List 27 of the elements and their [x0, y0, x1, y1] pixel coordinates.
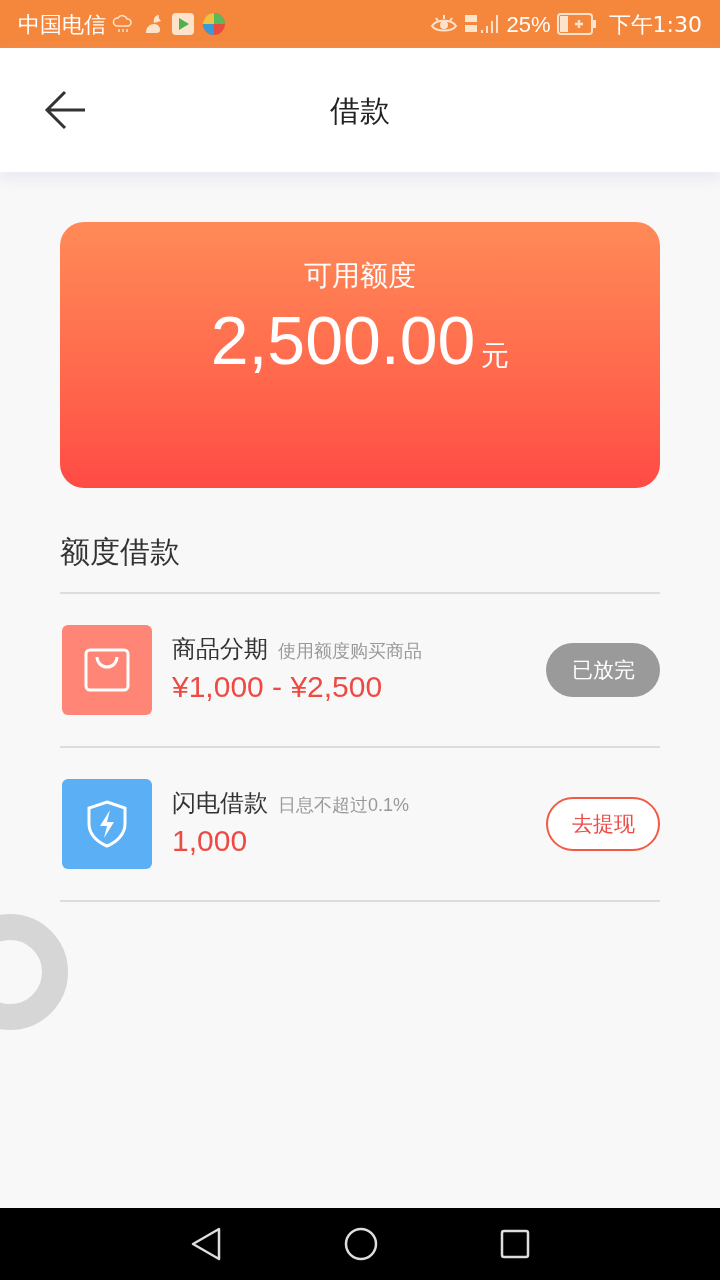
page-title: 借款: [330, 92, 390, 129]
carrier-name: 中国电信: [18, 10, 106, 39]
play-app-icon: [172, 13, 194, 35]
section-title: 额度借款: [60, 534, 181, 570]
clock-time: 下午1:30: [608, 10, 702, 39]
eye-icon: [430, 14, 457, 34]
amount-range: ¥1,000 - ¥2,500: [172, 669, 384, 705]
signal-icon: [462, 12, 501, 36]
app-logo-icon: [202, 12, 226, 36]
currency-unit: 元: [481, 339, 510, 373]
product-name: 商品分期: [172, 634, 268, 664]
shield-lightning-icon: [86, 800, 128, 848]
amount-range: 1,000: [172, 823, 249, 859]
back-nav-icon[interactable]: [190, 1227, 222, 1261]
shopping-bag-icon: [83, 647, 131, 693]
home-nav-icon[interactable]: [344, 1227, 378, 1261]
product-description: 使用额度购买商品: [278, 640, 422, 663]
withdraw-button[interactable]: 去提现: [546, 797, 660, 851]
credit-label: 可用额度: [304, 259, 416, 293]
recents-nav-icon[interactable]: [500, 1229, 530, 1259]
product-description: 日息不超过0.1%: [278, 794, 410, 817]
product-name: 闪电借款: [172, 788, 268, 818]
cloud-icon: [112, 14, 134, 34]
credit-amount: 2,500.00: [210, 302, 476, 378]
battery-percent: 25%: [506, 10, 551, 39]
back-arrow-icon: [43, 88, 87, 132]
battery-charging-icon: [556, 13, 597, 35]
